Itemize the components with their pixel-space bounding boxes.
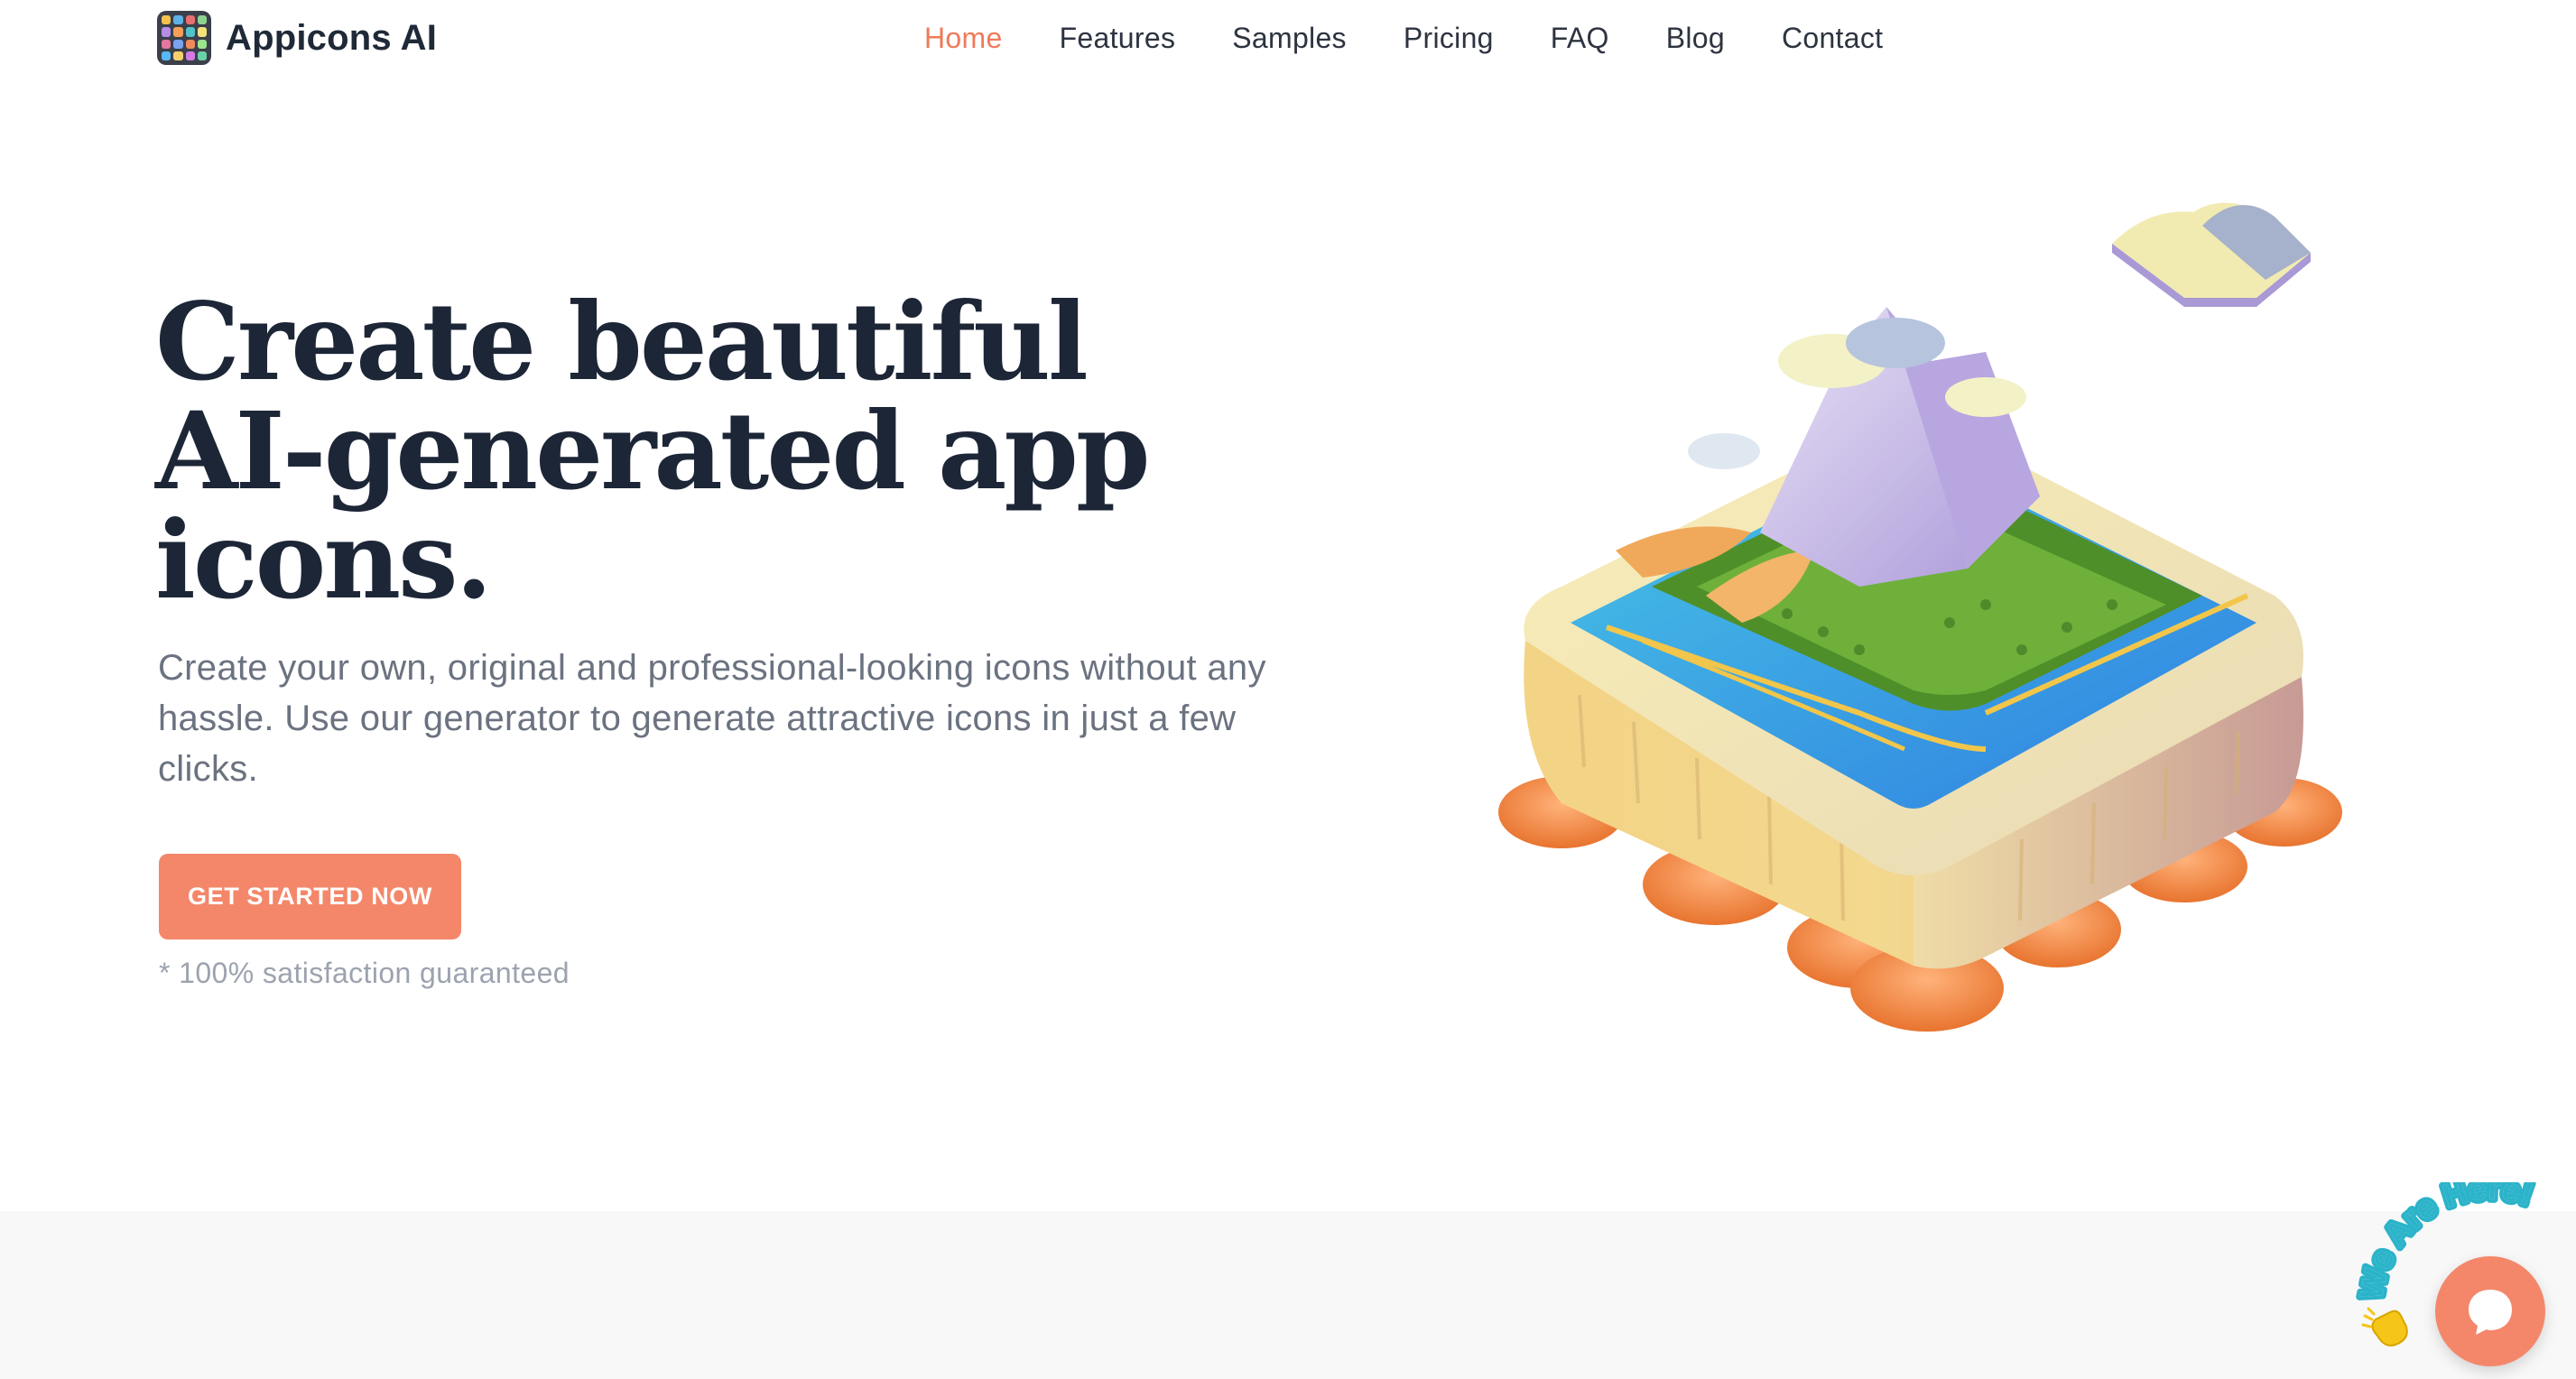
waving-hand-icon [2361,1307,2408,1347]
hero-title-line-2: AI-generated app [155,388,1150,514]
nav-item-home[interactable]: Home [924,22,1003,55]
nav-item-blog[interactable]: Blog [1666,22,1725,55]
lower-section [0,1211,2576,1379]
site-header: Appicons AI Home Features Samples Pricin… [0,0,2576,76]
floating-island-icon [1498,202,2342,1032]
nav-item-faq[interactable]: FAQ [1551,22,1609,55]
nav-item-features[interactable]: Features [1060,22,1176,55]
app-grid-logo-icon [157,11,211,65]
chat-bubble-icon [2469,1290,2512,1335]
nav-item-samples[interactable]: Samples [1232,22,1347,55]
hero-title: Create beautiful AI-generated app icons. [155,287,1329,615]
get-started-button[interactable]: GET STARTED NOW [159,854,461,939]
nav-item-pricing[interactable]: Pricing [1404,22,1494,55]
landing-page: Appicons AI Home Features Samples Pricin… [0,0,2576,1379]
floating-island-illustration [1480,171,2365,1056]
hero-subtitle: Create your own, original and profession… [158,648,1266,789]
chat-open-button[interactable] [2435,1256,2545,1366]
nav-item-contact[interactable]: Contact [1782,22,1883,55]
satisfaction-note: * 100% satisfaction guaranteed [159,957,570,989]
chat-widget: We Are Here! We Are Here! [2347,1182,2576,1379]
brand-link[interactable]: Appicons AI [157,9,437,67]
main-nav: Home Features Samples Pricing FAQ Blog C… [924,16,1883,60]
brand-name: Appicons AI [226,17,438,58]
hero-title-line-3: icons. [155,497,493,623]
hero-title-line-1: Create beautiful [155,279,1089,404]
